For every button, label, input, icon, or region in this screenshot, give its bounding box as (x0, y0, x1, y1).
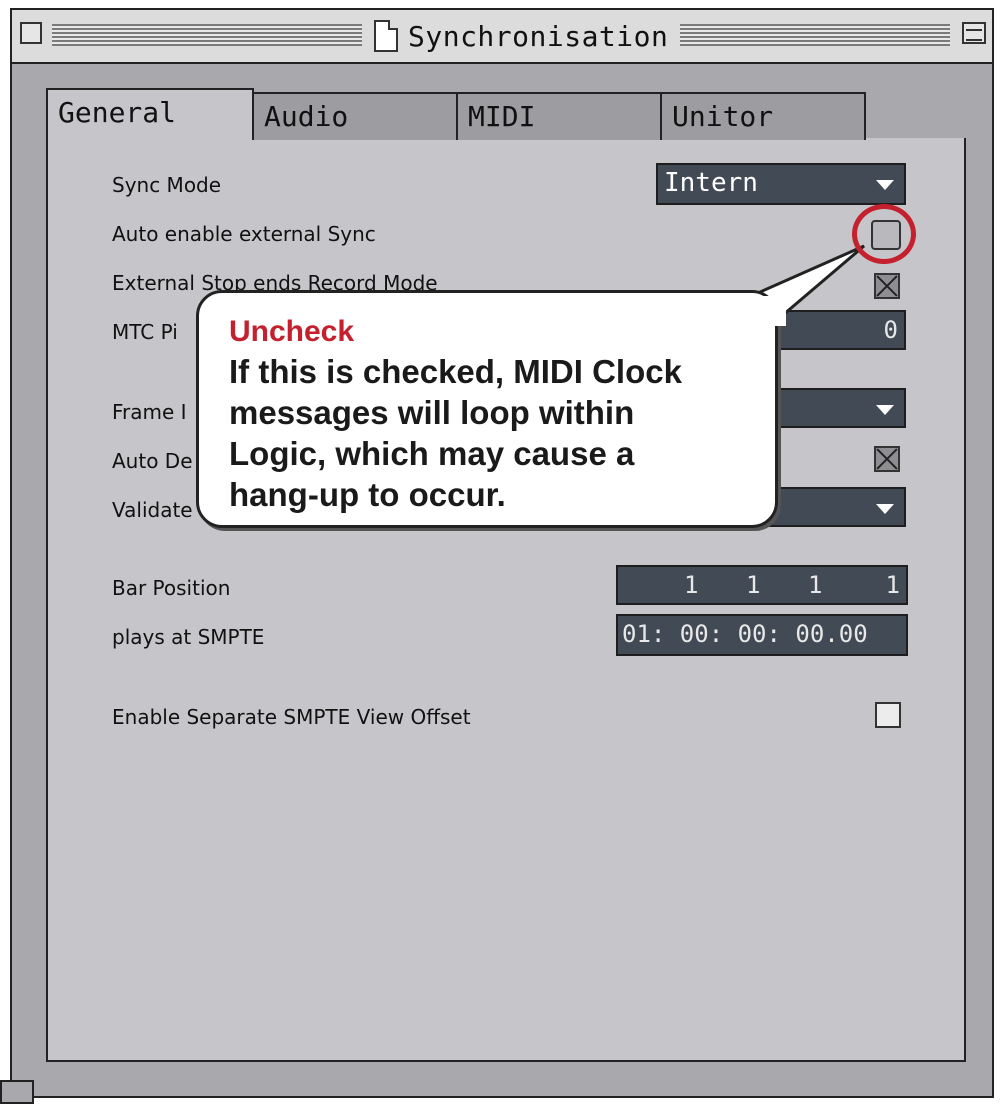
callout-line-2: messages will loop within (229, 394, 635, 431)
tab-midi-label: MIDI (468, 100, 536, 133)
tab-midi[interactable]: MIDI (456, 92, 662, 140)
sync-mode-popup[interactable]: Intern (656, 163, 906, 205)
tab-unitor-label: Unitor (672, 100, 774, 133)
callout-line-4: hang-up to occur. (229, 476, 506, 513)
title-stripes-right (680, 24, 950, 46)
bar-position-field[interactable]: 1 1 1 1 (616, 565, 908, 605)
tab-unitor[interactable]: Unitor (660, 92, 866, 140)
close-box-button[interactable] (20, 22, 42, 44)
plays-at-smpte-label: plays at SMPTE (112, 625, 265, 649)
chevron-down-icon (876, 405, 894, 415)
bar-position-tick: 1 (885, 571, 900, 599)
window-title: Synchronisation (368, 18, 675, 54)
mtc-pickup-value: 0 (883, 316, 898, 344)
callout-box: Uncheck If this is checked, MIDI Clock m… (196, 290, 778, 528)
tab-general-label: General (58, 96, 177, 129)
chevron-down-icon (876, 504, 894, 514)
chevron-down-icon (876, 180, 894, 190)
callout-pointer-join (746, 296, 786, 326)
sync-mode-label: Sync Mode (112, 173, 222, 197)
frame-rate-popup[interactable] (760, 388, 906, 428)
window-title-text: Synchronisation (408, 19, 669, 53)
frame-rate-label: Frame I (112, 400, 187, 424)
callout-title: Uncheck (229, 315, 355, 348)
tab-audio[interactable]: Audio (252, 92, 458, 140)
mtc-pickup-label: MTC Pi (112, 320, 178, 344)
tab-general[interactable]: General (46, 88, 254, 140)
title-stripes-left (52, 24, 362, 46)
plays-at-smpte-field[interactable]: 01: 00: 00: 00.00 (616, 614, 908, 656)
bar-position-label: Bar Position (112, 576, 231, 600)
sync-mode-value: Intern (664, 168, 758, 198)
tab-audio-label: Audio (264, 100, 349, 133)
auto-enable-external-sync-label: Auto enable external Sync (112, 222, 376, 246)
separate-smpte-offset-label: Enable Separate SMPTE View Offset (112, 705, 471, 729)
auto-detect-checkbox[interactable] (874, 446, 900, 472)
validate-label: Validate (112, 498, 193, 522)
title-bar[interactable]: Synchronisation (12, 10, 992, 64)
bar-position-beat: 1 (746, 571, 761, 599)
auto-detect-label: Auto De (112, 449, 193, 473)
separate-smpte-offset-checkbox[interactable] (875, 702, 901, 728)
plays-at-smpte-value: 01: 00: 00: 00.00 (622, 620, 868, 648)
bar-position-bar: 1 (684, 571, 699, 599)
window-corner (0, 1080, 34, 1104)
callout-line-3: Logic, which may cause a (229, 435, 635, 472)
zoom-box-button[interactable] (962, 22, 986, 44)
validate-popup[interactable] (760, 487, 906, 527)
external-stop-ends-record-checkbox[interactable] (874, 273, 900, 299)
callout-line-1: If this is checked, MIDI Clock (229, 353, 682, 390)
highlight-circle (852, 204, 916, 264)
bar-position-division: 1 (808, 571, 823, 599)
document-icon (374, 20, 398, 52)
